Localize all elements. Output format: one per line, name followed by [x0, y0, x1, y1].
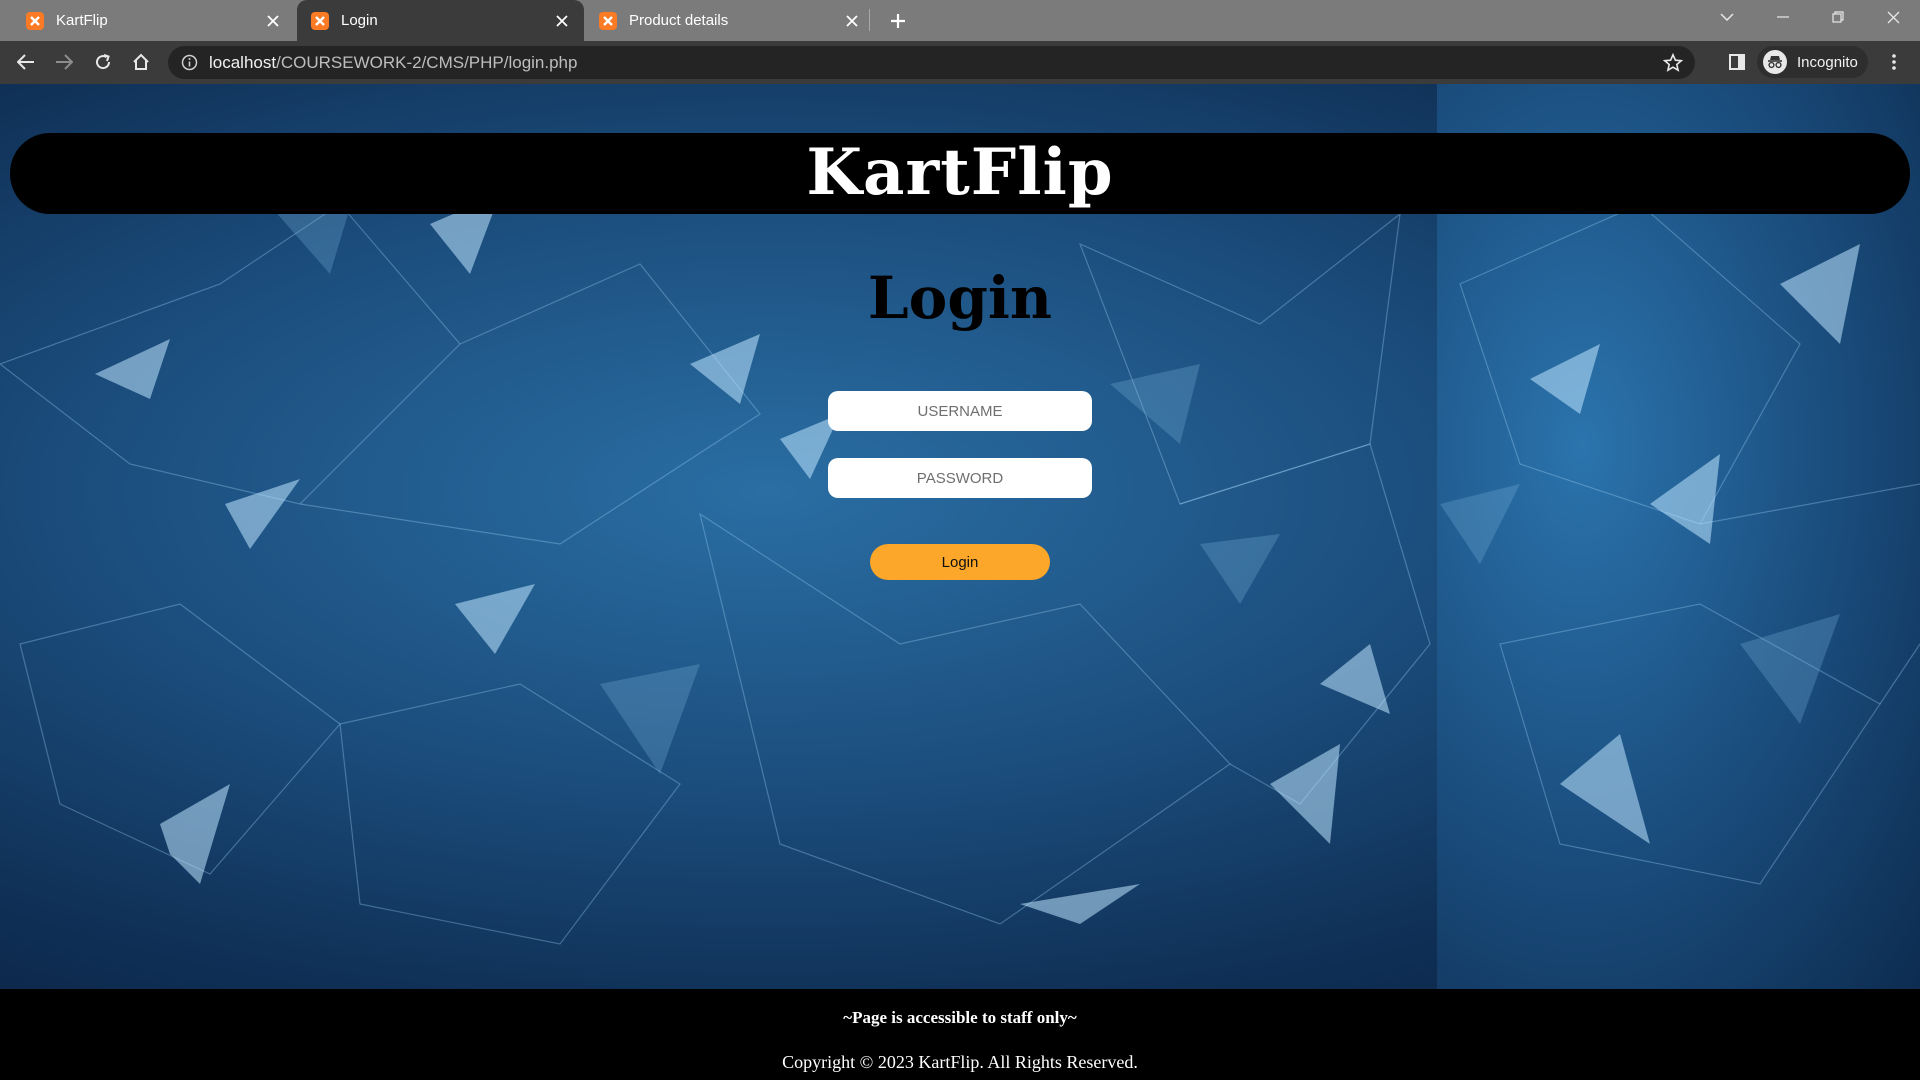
- address-bar[interactable]: localhost/COURSEWORK-2/CMS/PHP/login.php: [168, 46, 1695, 79]
- tab-separator: [869, 9, 870, 31]
- tab-login[interactable]: Login: [297, 0, 584, 41]
- staff-only-notice: ~Page is accessible to staff only~: [843, 1008, 1077, 1027]
- polygon-network-graphic: [0, 174, 1920, 945]
- url-path: /COURSEWORK-2/CMS/PHP/login.php: [276, 53, 578, 72]
- site-footer: ~Page is accessible to staff only~ Copyr…: [0, 989, 1920, 1080]
- site-header: KartFlip: [10, 133, 1910, 214]
- browser-toolbar: localhost/COURSEWORK-2/CMS/PHP/login.php…: [0, 41, 1920, 84]
- incognito-profile-button[interactable]: Incognito: [1757, 46, 1868, 78]
- tab-title: Product details: [629, 12, 729, 29]
- background-image: [0, 84, 1920, 989]
- browser-tab-strip: KartFlip Login Product details: [0, 0, 1920, 41]
- xampp-favicon-icon: [599, 11, 617, 30]
- page-viewport: KartFlip Login Login ~Page is accessible…: [0, 84, 1920, 1080]
- forward-arrow-icon[interactable]: [49, 47, 79, 77]
- close-tab-icon[interactable]: [550, 9, 574, 33]
- page-title: Login: [867, 264, 1053, 332]
- copyright-text: Copyright © 2023 KartFlip. All Rights Re…: [782, 1052, 1138, 1072]
- reload-icon[interactable]: [88, 47, 118, 77]
- url-text[interactable]: localhost/COURSEWORK-2/CMS/PHP/login.php: [209, 53, 577, 73]
- xampp-favicon-icon: [26, 11, 44, 30]
- more-menu-icon[interactable]: [1879, 47, 1909, 77]
- username-input[interactable]: [828, 391, 1092, 431]
- profile-label: Incognito: [1797, 53, 1858, 71]
- site-info-icon[interactable]: [181, 54, 198, 71]
- tab-search-chevron-icon[interactable]: [1700, 0, 1754, 34]
- login-button[interactable]: Login: [870, 544, 1050, 580]
- incognito-icon: [1763, 50, 1787, 74]
- close-tab-icon[interactable]: [840, 9, 864, 33]
- minimize-window-icon[interactable]: [1756, 0, 1810, 34]
- home-icon[interactable]: [126, 47, 156, 77]
- password-input[interactable]: [828, 458, 1092, 498]
- side-panel-icon[interactable]: [1722, 47, 1752, 77]
- close-tab-icon[interactable]: [261, 9, 285, 33]
- back-arrow-icon[interactable]: [11, 47, 41, 77]
- tab-title: Login: [341, 12, 378, 29]
- close-window-icon[interactable]: [1866, 0, 1920, 34]
- xampp-favicon-icon: [311, 11, 329, 30]
- tab-title: KartFlip: [56, 12, 108, 29]
- restore-window-icon[interactable]: [1811, 0, 1865, 34]
- tab-kartflip[interactable]: KartFlip: [0, 0, 295, 41]
- new-tab-button[interactable]: [883, 6, 913, 36]
- bookmark-star-icon[interactable]: [1662, 52, 1684, 73]
- tab-product-details[interactable]: Product details: [586, 0, 874, 41]
- site-logo-text[interactable]: KartFlip: [10, 135, 1910, 210]
- url-host: localhost: [209, 53, 277, 72]
